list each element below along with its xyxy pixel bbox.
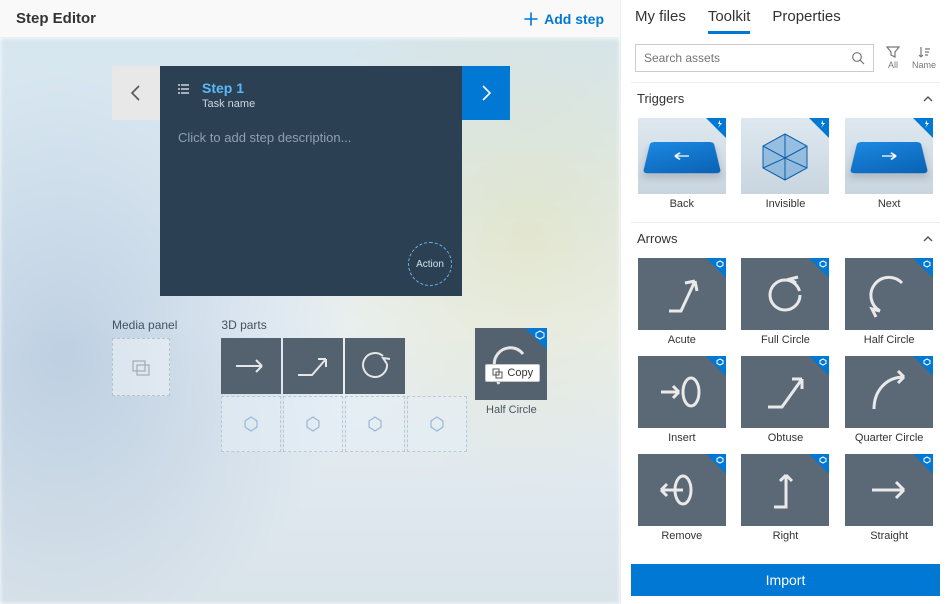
action-chip[interactable]: Action <box>408 242 452 286</box>
media-panel: Media panel <box>112 318 177 396</box>
step-editor-pane: Step Editor Add step Step <box>0 0 620 604</box>
filter-icon <box>886 46 900 58</box>
filter-label: All <box>888 60 898 70</box>
asset-label: Half Circle <box>864 334 915 346</box>
part-slot-empty[interactable] <box>345 396 405 452</box>
toolkit-pane: My files Toolkit Properties All Name Tri… <box>620 0 950 604</box>
import-button[interactable]: Import <box>631 564 940 596</box>
triggers-grid: Back Invisible Next <box>631 114 940 222</box>
asset-arrow-full-circle[interactable]: Full Circle <box>739 258 833 346</box>
part-slot-arrow-obtuse[interactable] <box>283 338 343 394</box>
step-title: Step 1 <box>202 80 255 96</box>
asset-label: Insert <box>668 432 696 444</box>
prev-step-button[interactable] <box>112 66 160 120</box>
tab-properties[interactable]: Properties <box>772 8 840 34</box>
part-slot-arrow-straight[interactable] <box>221 338 281 394</box>
search-row: All Name <box>621 34 950 82</box>
copy-label: Copy <box>507 367 533 379</box>
asset-arrow-obtuse[interactable]: Obtuse <box>739 356 833 444</box>
step-card-header: Step 1 Task name <box>178 80 444 110</box>
editor-canvas: Step 1 Task name Click to add step descr… <box>0 38 620 604</box>
chevron-up-icon <box>922 93 934 105</box>
asset-label: Next <box>878 198 901 210</box>
tab-toolkit[interactable]: Toolkit <box>708 8 751 34</box>
media-icon <box>131 357 151 377</box>
asset-label: Back <box>670 198 694 210</box>
asset-label: Acute <box>668 334 696 346</box>
chevron-up-icon <box>922 233 934 245</box>
section-triggers[interactable]: Triggers <box>631 82 940 114</box>
asset-arrow-acute[interactable]: Acute <box>635 258 729 346</box>
sort-button[interactable]: Name <box>912 46 936 70</box>
add-step-label: Add step <box>544 11 604 27</box>
search-box[interactable] <box>635 44 874 72</box>
parts-panel: 3D parts <box>221 318 547 452</box>
dragged-asset-label: Half Circle <box>475 404 547 416</box>
parts-grid <box>221 338 467 452</box>
copy-icon <box>492 368 503 379</box>
task-name: Task name <box>202 98 255 110</box>
media-slot[interactable] <box>112 338 170 396</box>
sort-icon <box>917 46 931 58</box>
part-slot-empty[interactable] <box>221 396 281 452</box>
asset-label: Right <box>773 530 799 542</box>
section-arrows[interactable]: Arrows <box>631 222 940 254</box>
asset-label: Quarter Circle <box>855 432 923 444</box>
dragged-asset[interactable]: Copy Half Circle <box>475 328 547 416</box>
next-step-button[interactable] <box>462 66 510 120</box>
media-panel-label: Media panel <box>112 318 177 332</box>
section-label: Arrows <box>637 231 677 246</box>
arrow-left-icon <box>126 83 146 103</box>
search-input[interactable] <box>644 51 851 65</box>
asset-label: Full Circle <box>761 334 810 346</box>
tab-my-files[interactable]: My files <box>635 8 686 34</box>
arrows-grid: Acute Full Circle Half Circle <box>631 254 940 554</box>
panels-row: Media panel 3D parts <box>112 318 547 452</box>
plus-icon <box>524 12 538 26</box>
copy-tooltip: Copy <box>485 364 540 382</box>
asset-arrow-half-circle[interactable]: Half Circle <box>842 258 936 346</box>
asset-arrow-insert[interactable]: Insert <box>635 356 729 444</box>
step-editor-header: Step Editor Add step <box>0 0 620 38</box>
cube-badge-icon <box>525 328 547 350</box>
part-slot-arrow-full-circle[interactable] <box>345 338 405 394</box>
asset-label: Obtuse <box>768 432 803 444</box>
asset-trigger-next[interactable]: Next <box>842 118 936 210</box>
filter-button[interactable]: All <box>886 46 900 70</box>
tabs: My files Toolkit Properties <box>621 0 950 34</box>
asset-trigger-back[interactable]: Back <box>635 118 729 210</box>
asset-label: Invisible <box>766 198 806 210</box>
add-step-button[interactable]: Add step <box>524 11 604 27</box>
asset-trigger-invisible[interactable]: Invisible <box>739 118 833 210</box>
asset-label: Remove <box>661 530 702 542</box>
section-label: Triggers <box>637 91 684 106</box>
search-icon <box>851 51 865 65</box>
step-card-row: Step 1 Task name Click to add step descr… <box>112 66 510 296</box>
step-card[interactable]: Step 1 Task name Click to add step descr… <box>160 66 462 296</box>
list-icon <box>178 82 192 96</box>
step-description-input[interactable]: Click to add step description... <box>178 130 444 145</box>
asset-arrow-remove[interactable]: Remove <box>635 454 729 542</box>
part-slot-empty[interactable] <box>407 396 467 452</box>
asset-label: Straight <box>870 530 908 542</box>
asset-scroll: Triggers Back Invisible <box>621 82 950 558</box>
asset-arrow-quarter-circle[interactable]: Quarter Circle <box>842 356 936 444</box>
step-editor-title: Step Editor <box>16 10 96 27</box>
action-label: Action <box>416 259 444 270</box>
asset-arrow-right[interactable]: Right <box>739 454 833 542</box>
asset-arrow-straight[interactable]: Straight <box>842 454 936 542</box>
sort-label: Name <box>912 60 936 70</box>
arrow-right-icon <box>476 83 496 103</box>
part-slot-empty[interactable] <box>283 396 343 452</box>
